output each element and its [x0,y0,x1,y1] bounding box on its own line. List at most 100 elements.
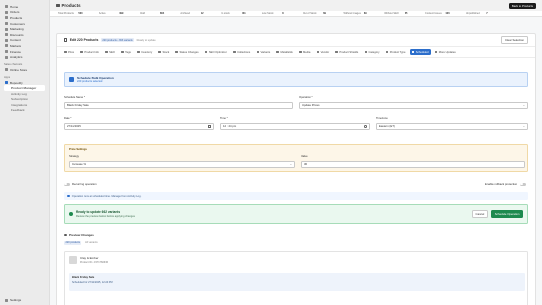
tab-more-updates[interactable]: More Updates [433,49,458,55]
tab-icon [80,50,83,54]
toggle-row: Recurring operation Enable rollback prot… [64,180,528,188]
stat-value: 7 [486,12,488,15]
stat-label: Low Stock [261,12,274,15]
main-area: Products Back to Products Total Products… [50,0,542,305]
tab-product-info[interactable]: Product Info [78,49,100,55]
stat-label: Draft [139,12,145,15]
schedule-operation-button[interactable]: Schedule Operation [491,210,523,218]
tab-tags[interactable]: Tags [119,49,133,55]
cancel-button[interactable]: Cancel [471,210,489,218]
gear-icon [5,298,8,302]
tab-scheduled[interactable]: Scheduled [409,48,431,56]
stat-value: 106 [445,12,450,15]
rollback-toggle[interactable]: Enable rollback protection [485,182,528,186]
stat-value: 12 [200,12,204,15]
stat-value: 499 [119,12,124,15]
person-icon [5,22,8,26]
toggle-switch [520,182,526,186]
orders-icon [5,10,8,14]
bulk-edit-panel: Edit 220 Products 220 products • 393 var… [56,33,536,305]
preview-schedule-time: Scheduled for 27/11/2025, 12:24 PM [72,280,113,284]
timezone-label: Timezone [376,117,388,120]
tab-icon [316,50,320,54]
tab-icon [233,50,236,54]
preview-tab-products[interactable]: 220 products [64,241,82,245]
sidebar-sub-feedback[interactable]: Feedback [4,108,45,114]
timezone-select[interactable]: Eastern (ET) ⌄ [376,123,528,130]
tag-icon [56,3,60,8]
schedule-name-input[interactable]: Black Friday Sale [64,102,293,109]
stat-value: 69 [323,12,326,15]
target-icon [5,27,8,31]
stat-label: Content Issues [425,12,442,15]
tab-product-shields[interactable]: Product Shields [333,49,360,55]
date-label: Date * [64,117,72,120]
home-icon [5,5,8,9]
tab-price[interactable]: Price [62,49,76,55]
stat-label: Without Images [343,12,361,15]
sidebar-item-analytics[interactable]: Analytics [4,54,45,60]
sidebar-nav: Home Orders Products Customers Marketing… [4,4,45,60]
tab-product-type[interactable]: Product Type [384,49,408,55]
ready-subtitle: Review the preview below before applying… [76,214,135,218]
edit-tabs: Price Product Info SEO Tags Inventory Stock St… [57,47,535,58]
toggle-switch [64,182,70,186]
stat-value: 531 [241,12,246,15]
sidebar-item-settings[interactable]: Settings [4,297,21,303]
discount-icon [5,33,8,37]
chevron-down-icon: ⌄ [289,162,292,167]
preview-tab-variants[interactable]: All variants [83,241,99,245]
stat-label: In stock [221,12,230,15]
back-to-products-button[interactable]: Back to Products [508,2,536,9]
tab-icon [137,50,140,54]
sidebar: Home Orders Products Customers Marketing… [0,0,50,305]
tab-stock[interactable]: Stock [156,49,171,55]
tab-icon [175,50,179,54]
operation-select[interactable]: Update Prices ⌄ [299,102,528,109]
tab-metafields[interactable]: Metafields [274,49,294,55]
preview-title: Preview Changes [69,233,94,237]
tab-icon [335,50,339,54]
calendar-icon [208,124,211,128]
stat-value: 804 [159,12,165,15]
tab-category[interactable]: Category [363,49,382,55]
tab-icon [364,50,368,54]
tag-icon [5,16,8,20]
strategy-select[interactable]: Increase % ⌄ [69,161,295,168]
clock-icon [364,124,367,128]
tab-inventory[interactable]: Inventory [135,49,154,55]
app-icon [5,81,8,85]
sidebar-item-online-store[interactable]: Online Store [4,67,45,73]
stat-value: 85 [404,12,408,15]
recurring-toggle[interactable]: Recurring operation [64,182,97,186]
value-input[interactable]: 30 [301,161,525,168]
content-icon [5,38,8,42]
operation-label: Operation * [299,96,313,99]
selection-badge: 220 products • 393 variants [100,38,135,42]
tab-collections[interactable]: Collections [231,49,252,55]
tab-seo-optimizer[interactable]: SEO Optimizer [203,49,229,55]
tab-vendor[interactable]: Vendor [315,49,332,55]
tab-media[interactable]: Media [297,49,312,55]
finance-icon [5,50,8,54]
stat-label: Unpublished [465,12,480,15]
stats-row: Total Products 530 Active 499 Draft 804 Archiv… [50,11,542,17]
status-text: Ready to update [136,38,156,42]
tab-seo[interactable]: SEO [103,49,117,55]
tab-icon [299,50,302,54]
preview-schedule-box: Black Friday Sale Scheduled for 27/11/20… [69,273,525,291]
tab-status-changes[interactable]: Status Changes [173,49,200,55]
clear-selection-button[interactable]: Clear Selection [501,36,528,44]
time-label: Time * [220,117,228,120]
stat-label: Out of Stock [302,12,317,15]
chevron-down-icon: ⌄ [522,103,525,108]
stat-value: 69 [363,12,367,15]
price-settings-box: Price Settings Strategy Increase % ⌄ Valu… [64,144,528,172]
panel-title: Edit 220 Products [69,38,99,42]
time-input[interactable]: 12 : 24 pm [220,123,370,130]
tab-icon [204,50,208,54]
date-input[interactable]: 27/11/2025 [64,123,214,130]
tab-variants[interactable]: Variants [255,49,273,55]
globe-icon [5,44,8,48]
calendar-icon [69,77,74,82]
